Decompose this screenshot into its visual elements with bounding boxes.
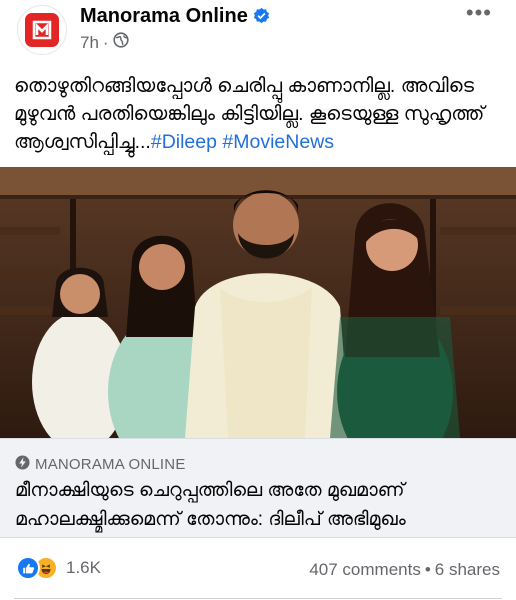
reactions-summary[interactable]: 1.6K	[16, 556, 101, 580]
verified-badge-icon	[253, 7, 270, 30]
page-avatar[interactable]	[17, 5, 67, 55]
link-source-text: MANORAMA ONLINE	[35, 456, 186, 473]
globe-icon	[112, 32, 129, 53]
post-meta: 7h ·	[80, 32, 129, 53]
meta-separator: ·	[102, 32, 109, 52]
manorama-logo	[25, 13, 59, 47]
hashtag-dileep[interactable]: #Dileep	[151, 131, 217, 153]
family-photo-illustration	[0, 167, 516, 438]
more-options-icon[interactable]: •••	[466, 2, 492, 24]
comments-count[interactable]: 407 comments	[309, 560, 421, 579]
link-preview[interactable]: MANORAMA ONLINE മീനാക്ഷിയുടെ ചെറുപ്പത്തി…	[0, 438, 516, 538]
reaction-count: 1.6K	[66, 558, 101, 577]
post-photo[interactable]	[0, 167, 516, 438]
footer-divider	[14, 598, 502, 599]
post-caption: തൊഴുതിറങ്ങിയപ്പോൾ ചെരിപ്പു കാണാനില്ല. അവ…	[14, 72, 504, 156]
link-source: MANORAMA ONLINE	[15, 455, 186, 474]
post-header: Manorama Online 7h · •••	[0, 0, 516, 66]
shares-count[interactable]: 6 shares	[435, 560, 500, 579]
hashtag-movienews[interactable]: #MovieNews	[222, 131, 334, 153]
page-name-text[interactable]: Manorama Online	[80, 5, 248, 27]
lightning-icon	[15, 455, 30, 474]
post-time[interactable]: 7h	[80, 33, 99, 53]
page-name[interactable]: Manorama Online	[80, 5, 270, 30]
like-reaction-icon	[16, 556, 40, 580]
post-stats: 407 comments • 6 shares	[309, 560, 500, 580]
stats-separator: •	[424, 560, 431, 579]
link-title[interactable]: മീനാക്ഷിയുടെ ചെറുപ്പത്തിലെ അതേ മുഖമാണ് മ…	[15, 476, 500, 534]
engagement-bar: 1.6K 407 comments • 6 shares	[0, 548, 516, 592]
